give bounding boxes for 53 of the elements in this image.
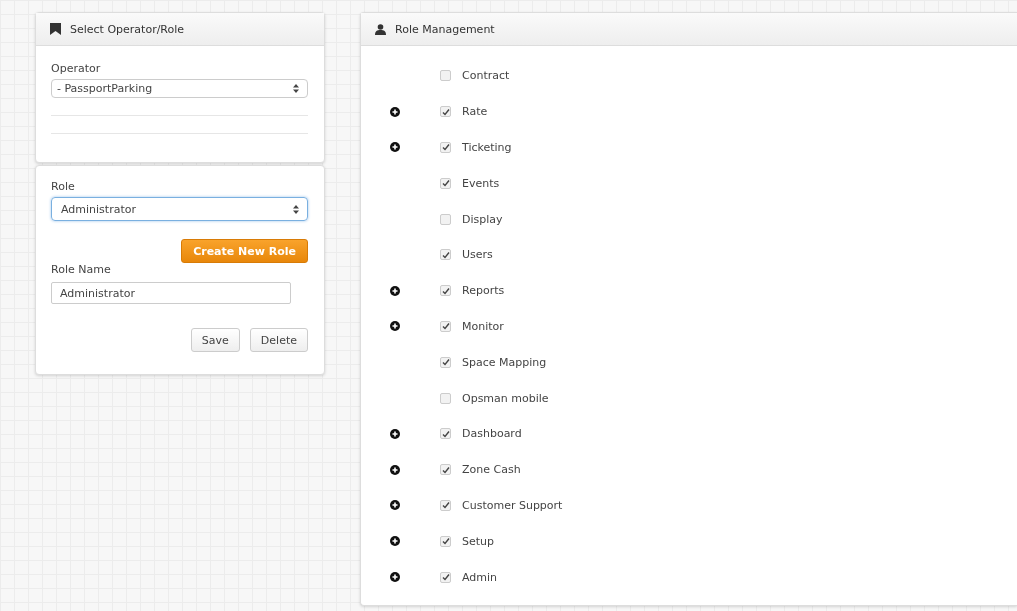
permission-label: Dashboard (462, 427, 522, 441)
permission-label: Customer Support (462, 498, 563, 512)
role-select[interactable]: Administrator (51, 197, 308, 221)
plus-circle-icon[interactable] (390, 536, 400, 547)
field-label: Role Name (51, 263, 112, 276)
field-label: Role (51, 180, 76, 193)
bookmark-icon (50, 23, 61, 35)
plus-circle-icon[interactable] (390, 142, 400, 153)
permission-label: Space Mapping (462, 355, 547, 369)
permission-label: Users (462, 248, 493, 262)
permission-label: Contract (462, 69, 510, 83)
checkbox[interactable] (440, 70, 451, 82)
checkbox[interactable] (440, 249, 451, 261)
permission-label: Monitor (462, 319, 504, 333)
checkbox[interactable] (440, 464, 451, 476)
panel-title: Select Operator/Role (70, 22, 185, 36)
role-name-field[interactable]: Administrator (51, 282, 291, 304)
plus-circle-icon[interactable] (390, 464, 400, 475)
plus-circle-icon[interactable] (390, 285, 400, 296)
checkbox[interactable] (440, 285, 451, 297)
checkbox[interactable] (440, 213, 451, 225)
user-icon (375, 23, 386, 35)
permission-label: Rate (462, 105, 488, 119)
panel-title: Role Management (395, 22, 495, 36)
save-button[interactable]: Save (190, 328, 240, 352)
permission-label: Setup (462, 534, 495, 548)
checkbox[interactable] (440, 106, 451, 118)
checkbox[interactable] (440, 320, 451, 332)
permission-label: Events (462, 176, 500, 190)
permission-label: Ticketing (462, 141, 512, 154)
plus-circle-icon[interactable] (390, 321, 400, 332)
permission-label: Reports (462, 284, 505, 298)
permission-label: Opsman mobile (462, 391, 549, 405)
field-label: Operator (51, 62, 102, 75)
plus-circle-icon[interactable] (390, 428, 400, 439)
plus-circle-icon[interactable] (390, 106, 400, 117)
permission-label: Admin (462, 570, 498, 584)
checkbox[interactable] (440, 571, 451, 583)
checkbox[interactable] (440, 356, 451, 368)
checkbox[interactable] (440, 499, 451, 511)
updown-icon (293, 204, 299, 214)
checkbox[interactable] (440, 428, 451, 440)
operator-select[interactable]: - PassportParking (51, 79, 308, 98)
permission-label: Zone Cash (462, 463, 521, 477)
checkbox[interactable] (440, 535, 451, 547)
checkbox[interactable] (440, 392, 451, 404)
delete-button[interactable]: Delete (249, 328, 308, 352)
updown-icon (293, 84, 299, 93)
plus-circle-icon[interactable] (390, 572, 400, 583)
permission-label: Display (462, 212, 503, 226)
plus-circle-icon[interactable] (390, 500, 400, 511)
checkbox[interactable] (440, 177, 451, 189)
checkbox[interactable] (440, 142, 451, 153)
